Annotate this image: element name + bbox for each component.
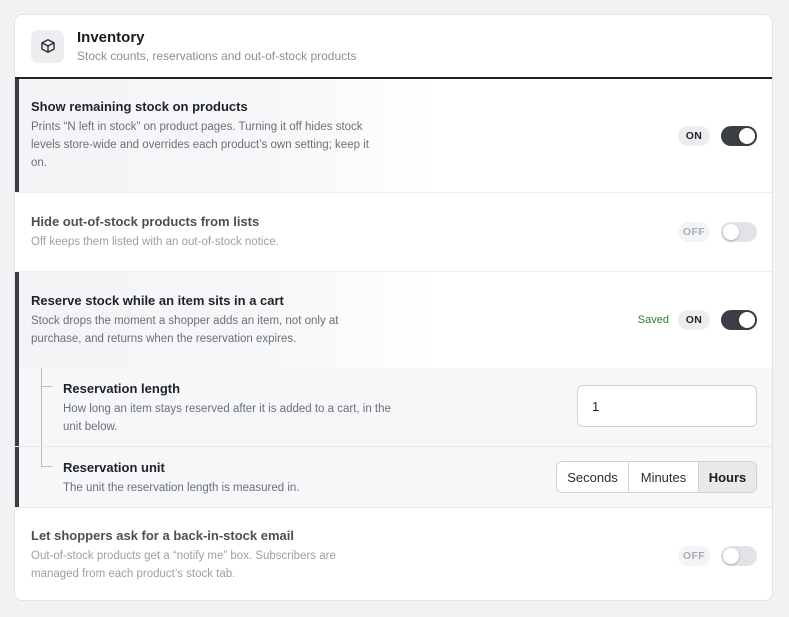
back-in-stock-email-toggle[interactable] [721,545,757,566]
reservation-subsettings: Reservation length How long an item stay… [15,368,772,508]
setting-description: Off keeps them listed with an out-of-sto… [31,235,279,248]
tree-connector [41,368,42,446]
card-header: Inventory Stock counts, reservations and… [15,15,772,79]
reservation-unit-title: Reservation unit [63,460,165,475]
unit-option-minutes[interactable]: Minutes [628,462,698,492]
state-badge: ON [678,310,710,330]
saved-indicator: Saved [637,314,669,326]
setting-row-reserve-stock: Reserve stock while an item sits in a ca… [15,272,772,368]
inventory-settings-card: Inventory Stock counts, reservations and… [14,14,773,601]
setting-description: Stock drops the moment a shopper adds an… [31,314,339,345]
page-title: Inventory [77,28,145,46]
tree-branch [41,386,52,387]
state-badge: OFF [678,545,710,566]
toggle-knob [723,547,739,564]
tree-branch [41,466,52,467]
reservation-unit-description: The unit the reservation length is measu… [63,482,300,494]
toggle-knob [739,127,755,144]
toggle-knob [723,224,739,240]
setting-title: Hide out-of-stock products from lists [31,213,260,229]
show-remaining-stock-toggle[interactable] [721,125,757,146]
setting-description: Out-of-stock products get a “notify me” … [31,550,336,580]
page-subtitle: Stock counts, reservations and out-of-st… [77,48,357,63]
hide-out-of-stock-toggle[interactable] [721,222,757,242]
reservation-length-description: How long an item stays reserved after it… [63,403,391,433]
setting-description: Prints “N left in stock” on product page… [31,121,369,169]
state-badge: ON [678,125,710,146]
setting-title: Let shoppers ask for a back-in-stock ema… [31,528,294,543]
setting-row-hide-out-of-stock: Hide out-of-stock products from lists Of… [15,193,772,272]
state-badge: OFF [678,222,710,242]
reserve-stock-toggle[interactable] [721,310,757,330]
setting-row-show-remaining-stock: Show remaining stock on products Prints … [15,79,772,193]
reservation-length-title: Reservation length [63,381,181,396]
reservation-unit-selector: Seconds Minutes Hours [556,461,757,493]
unit-option-hours[interactable]: Hours [698,462,756,492]
setting-title: Reserve stock while an item sits in a ca… [31,292,284,308]
reservation-length-row: Reservation length How long an item stay… [15,368,772,446]
reservation-unit-row: Reservation unit The unit the reservatio… [15,446,772,506]
setting-title: Show remaining stock on products [31,99,248,114]
box-icon [31,29,64,63]
toggle-knob [739,312,755,328]
unit-option-seconds[interactable]: Seconds [557,462,628,492]
setting-row-back-in-stock-email: Let shoppers ask for a back-in-stock ema… [15,508,772,600]
tree-connector [41,447,42,466]
reservation-length-input[interactable] [577,385,757,427]
